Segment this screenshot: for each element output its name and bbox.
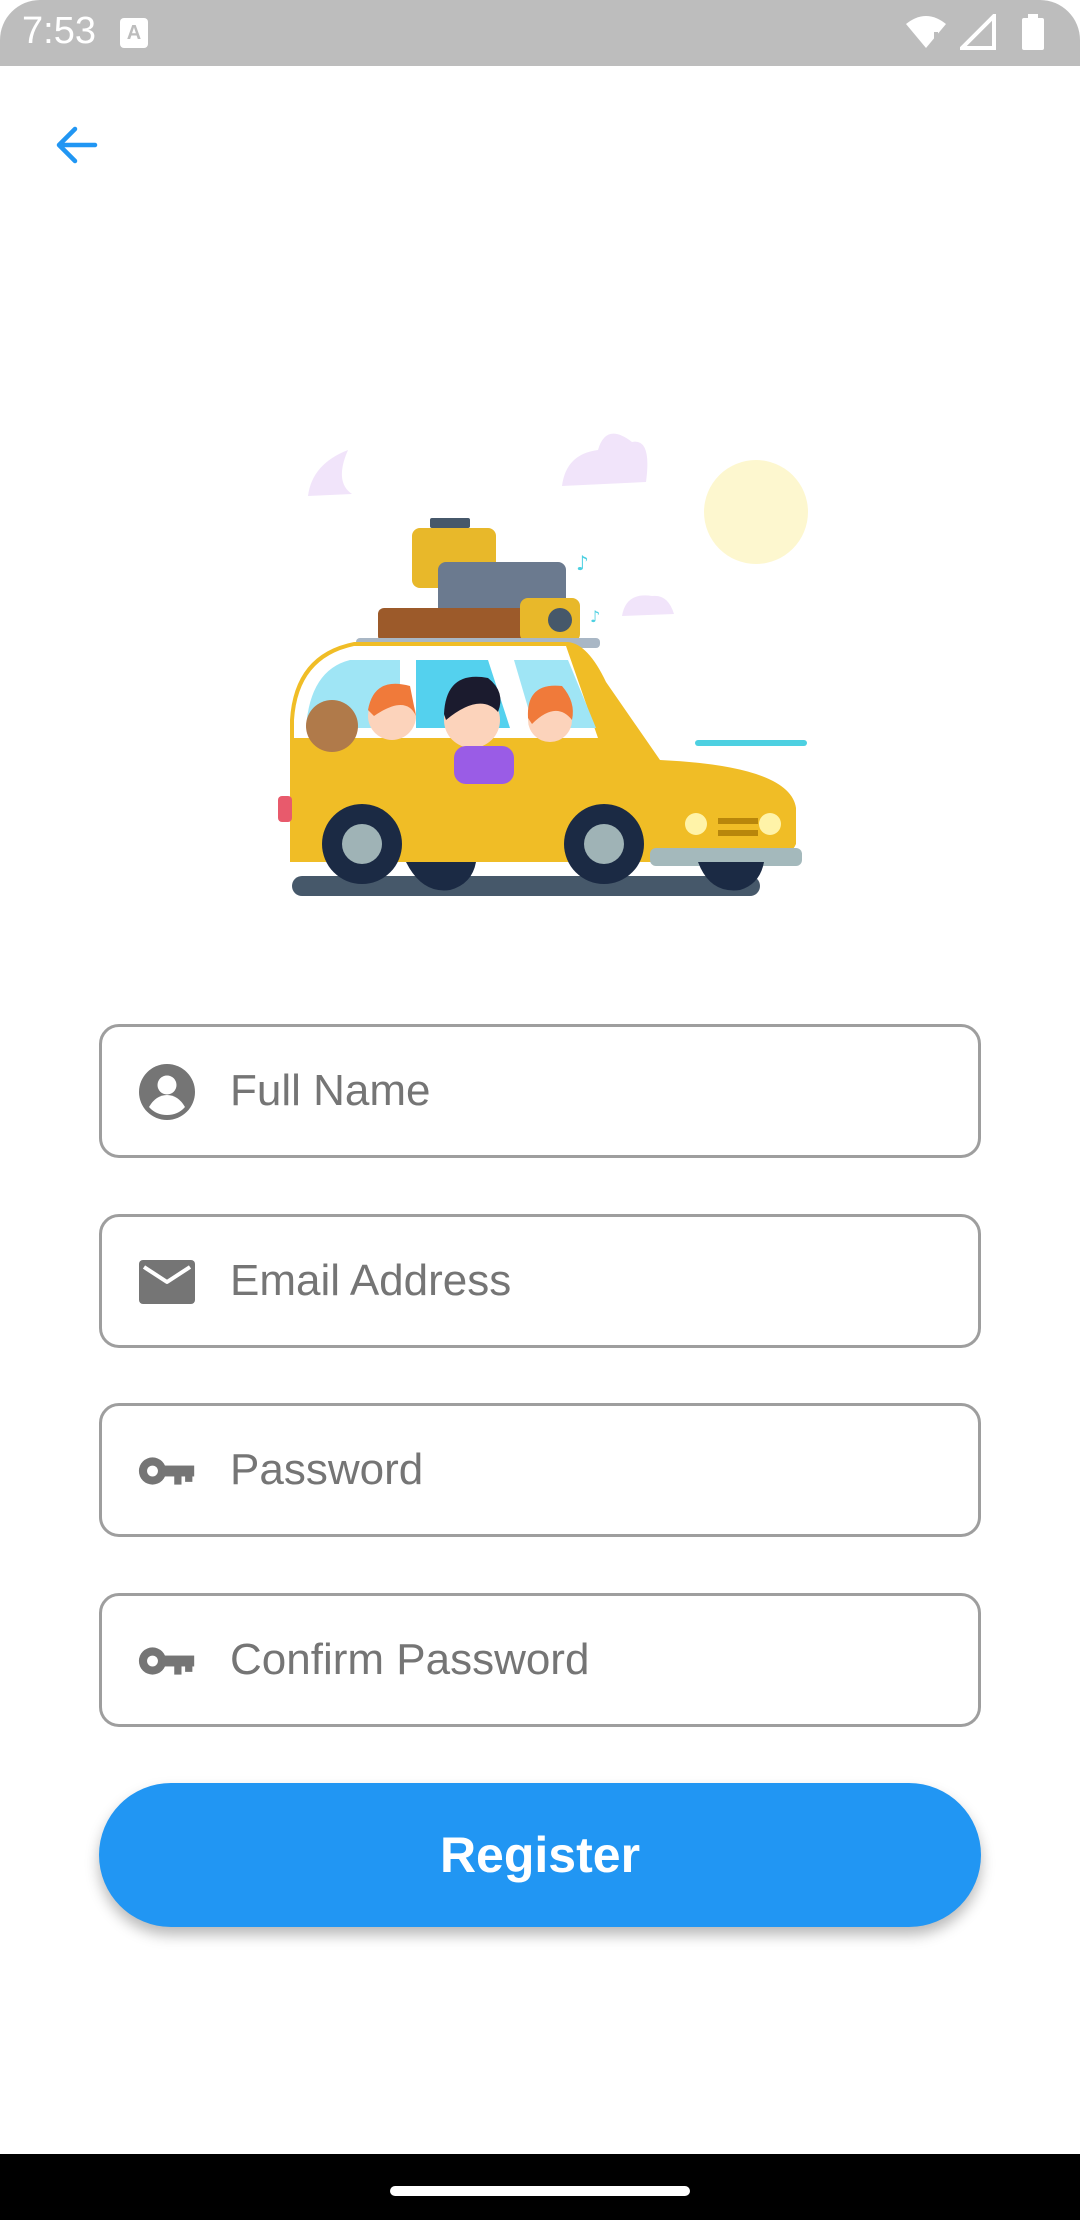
status-time: 7:53: [22, 10, 96, 52]
dog-face: [306, 700, 358, 752]
back-button[interactable]: [44, 112, 110, 178]
email-field[interactable]: [99, 1214, 981, 1348]
mail-icon: [138, 1253, 196, 1311]
full-name-field[interactable]: [99, 1024, 981, 1158]
battery-icon: [1022, 14, 1044, 50]
speaker-icon: [548, 608, 572, 632]
full-name-input[interactable]: [230, 1027, 950, 1155]
car-grille: [718, 818, 758, 824]
confirm-password-input[interactable]: [230, 1596, 950, 1724]
tail-light: [278, 796, 292, 822]
headlight: [685, 813, 707, 835]
home-indicator[interactable]: [390, 2186, 690, 2196]
car-travel-illustration: ♪ ♪: [278, 433, 808, 896]
password-input[interactable]: [230, 1406, 950, 1534]
boy-body: [454, 746, 514, 784]
notification-icon: A: [120, 18, 148, 48]
password-field[interactable]: [99, 1403, 981, 1537]
car-grille: [718, 830, 758, 836]
headlight: [759, 813, 781, 835]
navigation-bar: [0, 2154, 1080, 2220]
email-input[interactable]: [230, 1217, 950, 1345]
cloud-decoration: [622, 595, 674, 616]
wifi-icon: [906, 16, 946, 48]
cloud-decoration: [308, 450, 352, 496]
wheel: [584, 824, 624, 864]
music-note-icon: ♪: [576, 551, 589, 575]
register-button[interactable]: Register: [99, 1783, 981, 1927]
wheel: [342, 824, 382, 864]
arrow-back-icon: [56, 126, 98, 164]
sun-decoration: [704, 460, 808, 564]
person-icon: [138, 1063, 196, 1121]
signal-icon: [960, 14, 996, 50]
music-note-icon: ♪: [590, 607, 600, 626]
cloud-decoration: [562, 433, 648, 486]
confirm-password-field[interactable]: [99, 1593, 981, 1727]
key-icon: [138, 1442, 196, 1500]
status-bar: 7:53 A: [0, 0, 1080, 66]
luggage: [430, 518, 470, 528]
speed-line: [695, 740, 807, 746]
key-icon: [138, 1632, 196, 1690]
